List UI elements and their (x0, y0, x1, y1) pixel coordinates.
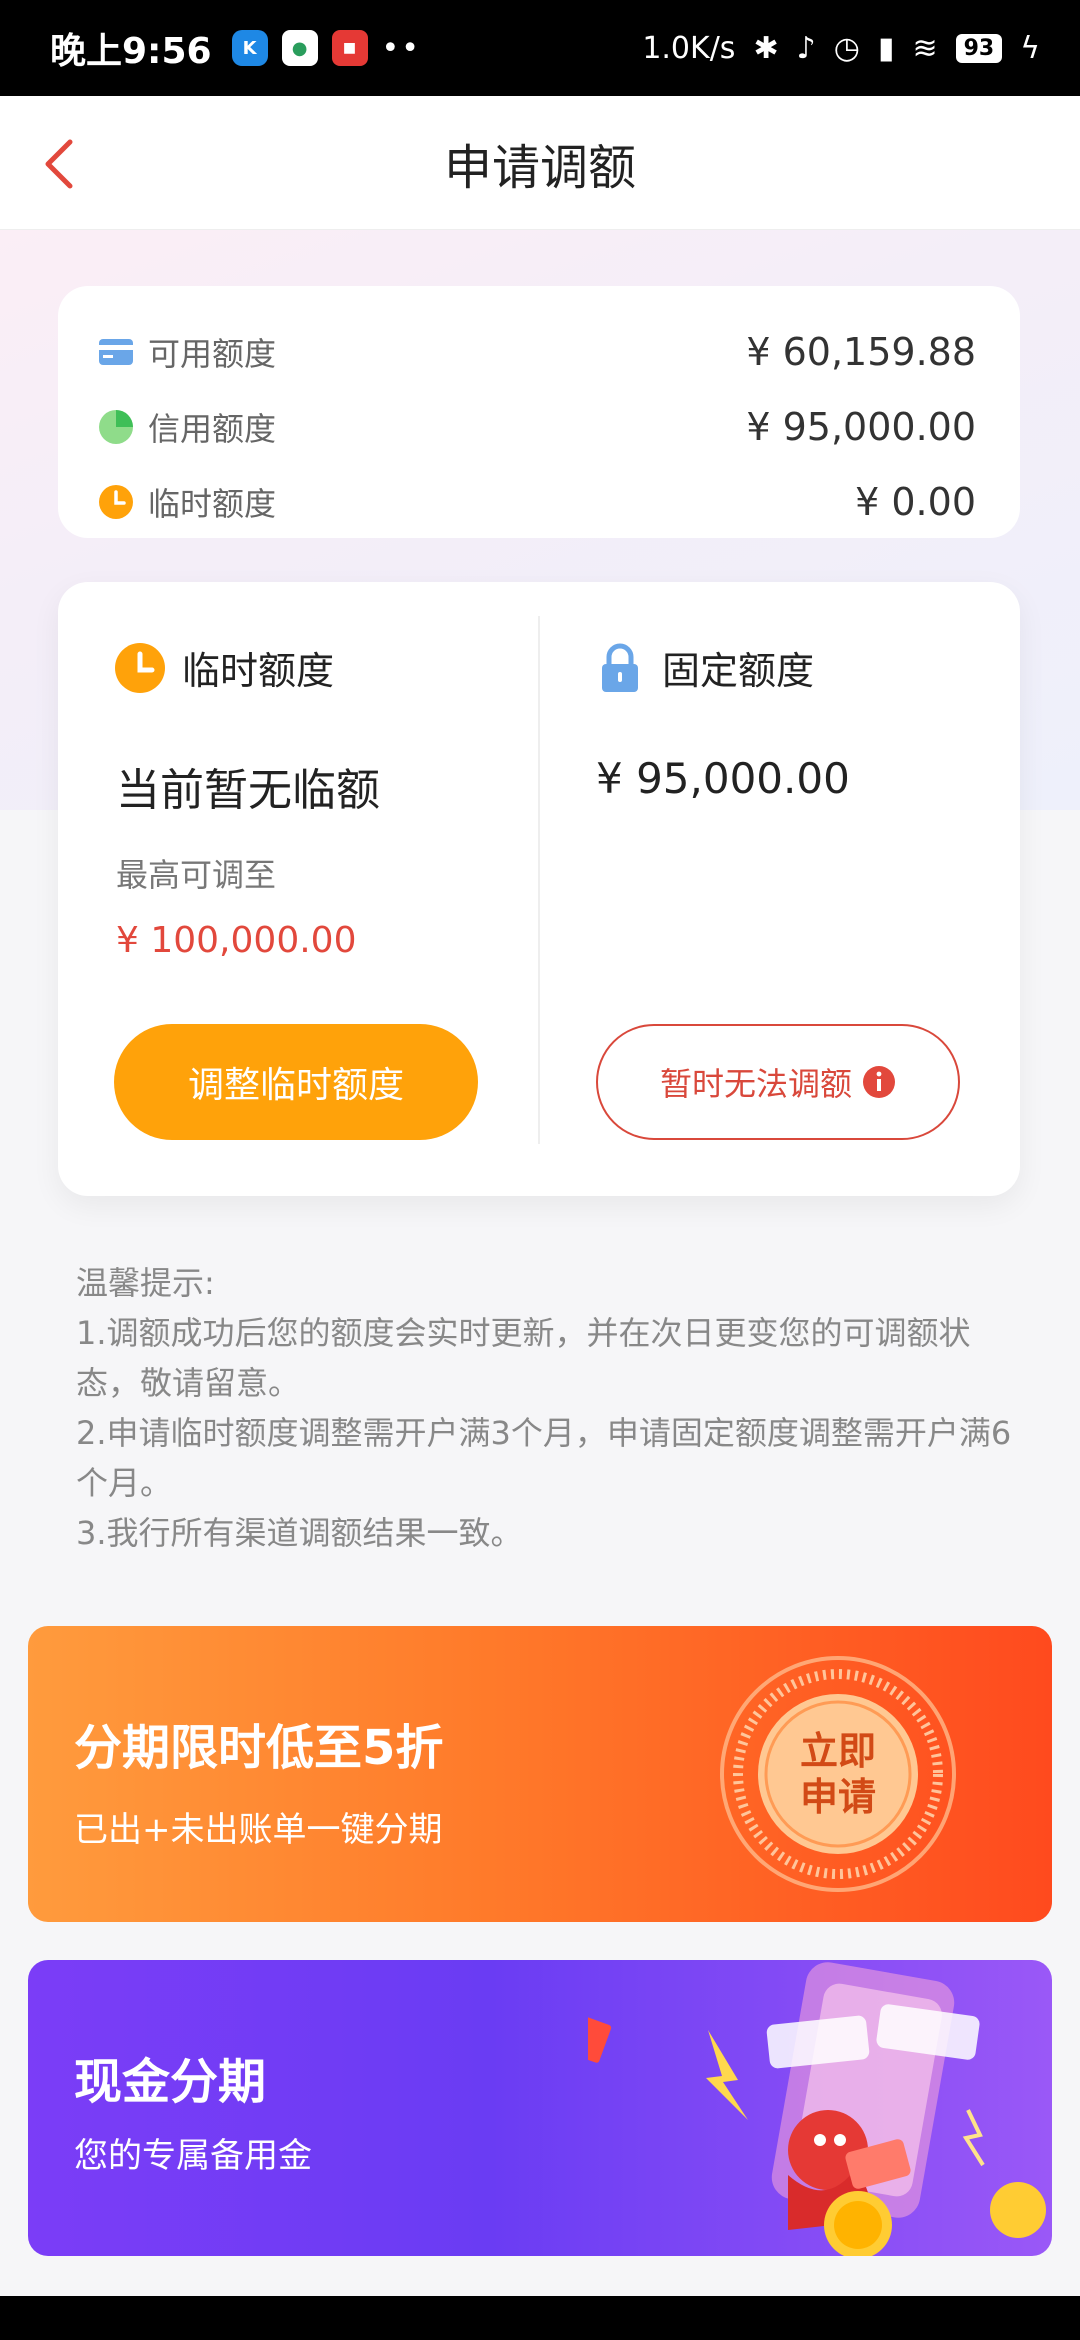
apply-stamp-line: 立即 (799, 1729, 876, 1773)
summary-value: ¥ 95,000.00 (746, 404, 976, 449)
clock-icon (98, 484, 134, 520)
tips-line: 3.我行所有渠道调额结果一致。 (76, 1514, 523, 1552)
alarm-icon: ◷ (833, 30, 860, 66)
summary-row-available: 可用额度 ¥ 60,159.88 (98, 314, 976, 389)
tips-title: 温馨提示: (76, 1264, 215, 1302)
apply-stamp-label: 立即 申请 (718, 1654, 958, 1894)
banner-title: 现金分期 (74, 2054, 267, 2110)
back-icon[interactable] (36, 134, 86, 194)
bluetooth-icon: ✱ (753, 30, 779, 66)
app-red-icon: ■ (331, 30, 368, 66)
installment-banner[interactable]: 分期限时低至5折 已出+未出账单一键分期 立即 申请 (28, 1626, 1052, 1922)
status-bar: 晚上9:56 K ● ■ •• 1.0K/s ✱ ♪ ◷ ▮ ≋ 93 ϟ (0, 0, 1080, 96)
status-time: 晚上9:56 (50, 31, 212, 72)
tips-section: 温馨提示: 1.调额成功后您的额度会实时更新，并在次日更变您的可调额状态，敬请留… (76, 1258, 1016, 1558)
banner-subtitle: 您的专属备用金 (74, 2136, 312, 2176)
charging-icon: ϟ (1020, 30, 1040, 66)
cash-installment-banner[interactable]: 现金分期 您的专属备用金 (28, 1960, 1052, 2256)
summary-label: 临时额度 (148, 484, 277, 523)
fixed-limit-value: ¥ 95,000.00 (596, 754, 850, 803)
info-icon[interactable] (862, 1065, 896, 1099)
summary-value: ¥ 60,159.88 (746, 329, 976, 374)
pie-icon (98, 409, 134, 445)
fixed-limit-header: 固定额度 (594, 640, 814, 695)
lock-icon (602, 643, 638, 692)
signal-icon: ▮ (877, 30, 895, 66)
max-adjust-value: ¥ 100,000.00 (116, 920, 357, 961)
limit-adjust-card: 临时额度 当前暂无临额 最高可调至 ¥ 100,000.00 调整临时额度 固定… (58, 582, 1020, 1196)
card-icon (98, 334, 134, 370)
clock-icon (115, 642, 165, 693)
cannot-adjust-label: 暂时无法调额 (659, 1065, 852, 1103)
card-divider (538, 616, 540, 1144)
system-nav-bar (0, 2296, 1080, 2340)
apply-stamp-line: 申请 (799, 1775, 876, 1819)
fixed-limit-title: 固定额度 (662, 649, 815, 693)
adjust-temp-limit-button[interactable]: 调整临时额度 (114, 1024, 478, 1140)
tips-line: 2.申请临时额度调整需开户满3个月，申请固定额度调整需开户满6个月。 (76, 1414, 1012, 1502)
summary-label: 可用额度 (148, 334, 277, 373)
mute-icon: ♪ (796, 30, 816, 66)
summary-label: 信用额度 (148, 409, 277, 448)
temp-limit-title: 临时额度 (182, 649, 335, 693)
banner-title: 分期限时低至5折 (74, 1720, 444, 1776)
battery-icon: 93 (955, 33, 1003, 63)
wifi-icon: ≋ (912, 30, 938, 66)
summary-value: ¥ 0.00 (855, 479, 976, 524)
promo-illustration (588, 1962, 1046, 2256)
tips-line: 1.调额成功后您的额度会实时更新，并在次日更变您的可调额状态，敬请留意。 (76, 1314, 971, 1402)
net-speed: 1.0K/s (642, 30, 736, 66)
limit-summary-card: 可用额度 ¥ 60,159.88 信用额度 ¥ 95,000.00 临时额度 ¥… (58, 286, 1020, 538)
status-dots: •• (381, 30, 421, 66)
page-title: 申请调额 (443, 139, 636, 196)
temp-limit-status: 当前暂无临额 (116, 765, 380, 816)
summary-row-credit: 信用额度 ¥ 95,000.00 (98, 389, 976, 464)
temp-limit-header: 临时额度 (114, 640, 334, 695)
app-k-icon: K (231, 30, 268, 66)
summary-row-temporary: 临时额度 ¥ 0.00 (98, 464, 976, 539)
max-adjust-label: 最高可调至 (116, 856, 277, 894)
cannot-adjust-button[interactable]: 暂时无法调额 (596, 1024, 960, 1140)
app-bank-icon: ● (281, 30, 318, 66)
nav-header: 申请调额 (0, 96, 1080, 230)
banner-subtitle: 已出+未出账单一键分期 (74, 1810, 443, 1850)
